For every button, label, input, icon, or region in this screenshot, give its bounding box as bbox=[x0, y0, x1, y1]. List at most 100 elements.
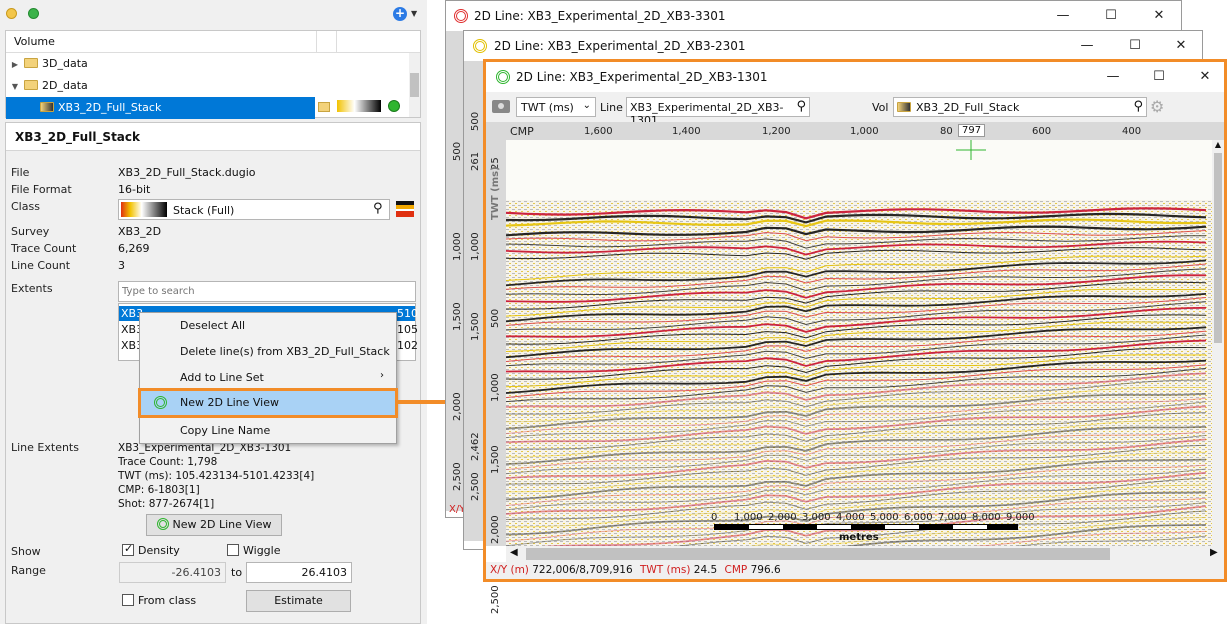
from-class-checkbox[interactable]: From class bbox=[122, 594, 196, 607]
line-field[interactable]: XB3_Experimental_2D_XB3-1301 ⚲ bbox=[626, 97, 810, 127]
vol-label: Vol bbox=[872, 101, 889, 114]
button-label: New 2D Line View bbox=[172, 518, 272, 531]
colormap-icon[interactable] bbox=[396, 201, 414, 217]
twt-tick: 2,500 bbox=[490, 585, 501, 614]
gear-icon[interactable]: ⚙ bbox=[1150, 97, 1164, 116]
green-dot-icon[interactable] bbox=[28, 8, 39, 19]
axis-tick: 261 bbox=[470, 151, 481, 171]
seismic-image bbox=[506, 140, 1212, 546]
camera-icon[interactable] bbox=[492, 100, 510, 113]
close-button[interactable]: ✕ bbox=[1136, 1, 1182, 31]
menu-new-2d-line-view[interactable]: New 2D Line View bbox=[138, 388, 398, 418]
line-count-value: 3 bbox=[118, 259, 125, 272]
menu-copy-line-name[interactable]: Copy Line Name bbox=[180, 419, 270, 443]
extents-label: Extents bbox=[11, 282, 53, 295]
tree-item-3d-data[interactable]: ▶ 3D_data bbox=[6, 53, 406, 75]
search-icon[interactable]: ⚲ bbox=[796, 99, 806, 114]
axis-tick: 500 bbox=[470, 111, 481, 131]
toolbar: TWT (ms) ⌄ Line XB3_Experimental_2D_XB3-1… bbox=[486, 92, 1224, 127]
scroll-thumb[interactable] bbox=[526, 548, 1110, 560]
menu-deselect-all[interactable]: Deselect All bbox=[180, 314, 245, 338]
axis-tick: 2,500 bbox=[452, 462, 463, 491]
axis-tick: 1,000 bbox=[470, 232, 481, 261]
checkbox-checked-icon[interactable]: ✓ bbox=[122, 542, 134, 556]
menu-delete-lines[interactable]: Delete line(s) from XB3_2D_Full_Stack bbox=[180, 340, 390, 364]
close-button[interactable]: ✕ bbox=[1158, 31, 1204, 61]
status-xy-value: 722,006/8,709,916 bbox=[532, 564, 633, 576]
minimize-button[interactable]: — bbox=[1090, 62, 1136, 92]
colorbar-icon bbox=[121, 202, 167, 217]
estimate-button[interactable]: Estimate bbox=[246, 590, 351, 612]
horizontal-scrollbar[interactable]: ◀ ▶ bbox=[506, 546, 1224, 562]
range-min-input[interactable]: -26.4103 bbox=[119, 562, 226, 583]
status-twt-value: 24.5 bbox=[693, 564, 718, 576]
axis-tick: 1,000 bbox=[452, 232, 463, 261]
chevron-right-icon: › bbox=[380, 370, 384, 381]
seismic-file-icon bbox=[897, 102, 911, 112]
new-2d-line-view-button[interactable]: New 2D Line View bbox=[146, 514, 282, 536]
tree-item-full-stack[interactable]: XB3_2D_Full_Stack bbox=[6, 97, 315, 119]
density-label: Density bbox=[138, 544, 180, 557]
tree-scrollbar[interactable] bbox=[409, 53, 420, 117]
wiggle-checkbox[interactable]: Wiggle bbox=[227, 544, 280, 557]
chevron-down-icon[interactable]: ▼ bbox=[6, 76, 24, 98]
search-icon[interactable]: ⚲ bbox=[1133, 99, 1143, 114]
scale-tick: 9,000 bbox=[1006, 512, 1035, 523]
cmp-axis-label: CMP bbox=[510, 125, 534, 138]
twt-axis: 25 TWT (ms) 500 1,000 1,500 2,000 2,500 bbox=[486, 140, 506, 614]
minimize-button[interactable]: — bbox=[1040, 1, 1086, 31]
survey-label: Survey bbox=[11, 225, 50, 238]
yellow-dot-icon[interactable] bbox=[6, 8, 17, 19]
file-value: XB3_2D_Full_Stack.dugio bbox=[118, 166, 256, 179]
density-checkbox[interactable]: ✓ Density bbox=[122, 542, 180, 557]
scroll-left-icon[interactable]: ◀ bbox=[510, 547, 518, 558]
twt-tick: 500 bbox=[490, 308, 501, 328]
folder-icon bbox=[24, 80, 38, 90]
range-max-input[interactable]: 26.4103 bbox=[246, 562, 352, 583]
trace-count-value: 6,269 bbox=[118, 242, 150, 255]
status-dot-icon[interactable] bbox=[388, 100, 400, 112]
line-view-icon bbox=[454, 9, 468, 23]
status-cmp-value: 796.6 bbox=[750, 564, 781, 576]
context-menu: Deselect All Delete line(s) from XB3_2D_… bbox=[138, 312, 398, 444]
vertical-scrollbar[interactable]: ▲ bbox=[1212, 140, 1224, 546]
extents-search-input[interactable] bbox=[118, 281, 416, 302]
scale-tick: 7,000 bbox=[938, 512, 967, 523]
maximize-button[interactable]: ☐ bbox=[1112, 31, 1158, 61]
line-extents-values: XB3_Experimental_2D_XB3-1301 Trace Count… bbox=[118, 441, 314, 511]
tree-item-2d-data[interactable]: ▼ 2D_data bbox=[6, 75, 406, 97]
line-extents-trace: Trace Count: 1,798 bbox=[118, 456, 218, 468]
line-view-icon bbox=[496, 70, 510, 84]
folder-icon bbox=[24, 58, 38, 68]
trace-count-label: Trace Count bbox=[11, 242, 77, 255]
maximize-button[interactable]: ☐ bbox=[1136, 62, 1182, 92]
add-icon[interactable]: + bbox=[393, 7, 407, 21]
seismic-section[interactable]: 0 1,000 2,000 3,000 4,000 5,000 6,000 7,… bbox=[506, 140, 1212, 546]
scroll-right-icon[interactable]: ▶ bbox=[1210, 547, 1218, 558]
line-extents-twt: TWT (ms): 105.423134-5101.4233[4] bbox=[118, 470, 315, 482]
vol-field[interactable]: XB3_2D_Full_Stack ⚲ bbox=[893, 97, 1147, 117]
checkbox-icon[interactable] bbox=[122, 594, 134, 606]
search-icon[interactable]: ⚲ bbox=[373, 201, 383, 216]
checkbox-icon[interactable] bbox=[227, 544, 239, 556]
close-button[interactable]: ✕ bbox=[1182, 62, 1227, 92]
survey-value: XB3_2D bbox=[118, 225, 162, 238]
maximize-button[interactable]: ☐ bbox=[1088, 1, 1134, 31]
file-label: File bbox=[11, 166, 30, 179]
line-count-label: Line Count bbox=[11, 259, 71, 272]
cmp-tick: 600 bbox=[1032, 126, 1052, 137]
line-window-1301[interactable]: 2D Line: XB3_Experimental_2D_XB3-1301 — … bbox=[483, 59, 1227, 614]
chevron-right-icon[interactable]: ▶ bbox=[6, 54, 24, 76]
class-field[interactable]: Stack (Full) ⚲ bbox=[118, 199, 390, 220]
twt-select[interactable]: TWT (ms) ⌄ bbox=[516, 97, 596, 117]
chevron-down-icon[interactable]: ▼ bbox=[411, 9, 417, 18]
twt-tick: 1,000 bbox=[490, 373, 501, 402]
menu-add-to-line-set[interactable]: Add to Line Set bbox=[180, 366, 264, 390]
axis-tick: 2,462 bbox=[470, 432, 481, 461]
minimize-button[interactable]: — bbox=[1064, 31, 1110, 61]
wiggle-label: Wiggle bbox=[243, 544, 281, 557]
scale-tick: 4,000 bbox=[836, 512, 865, 523]
cmp-tick: 1,000 bbox=[850, 126, 879, 137]
line-extents-shot: Shot: 877-2674[1] bbox=[118, 498, 215, 510]
status-cmp-label: CMP bbox=[724, 564, 748, 576]
